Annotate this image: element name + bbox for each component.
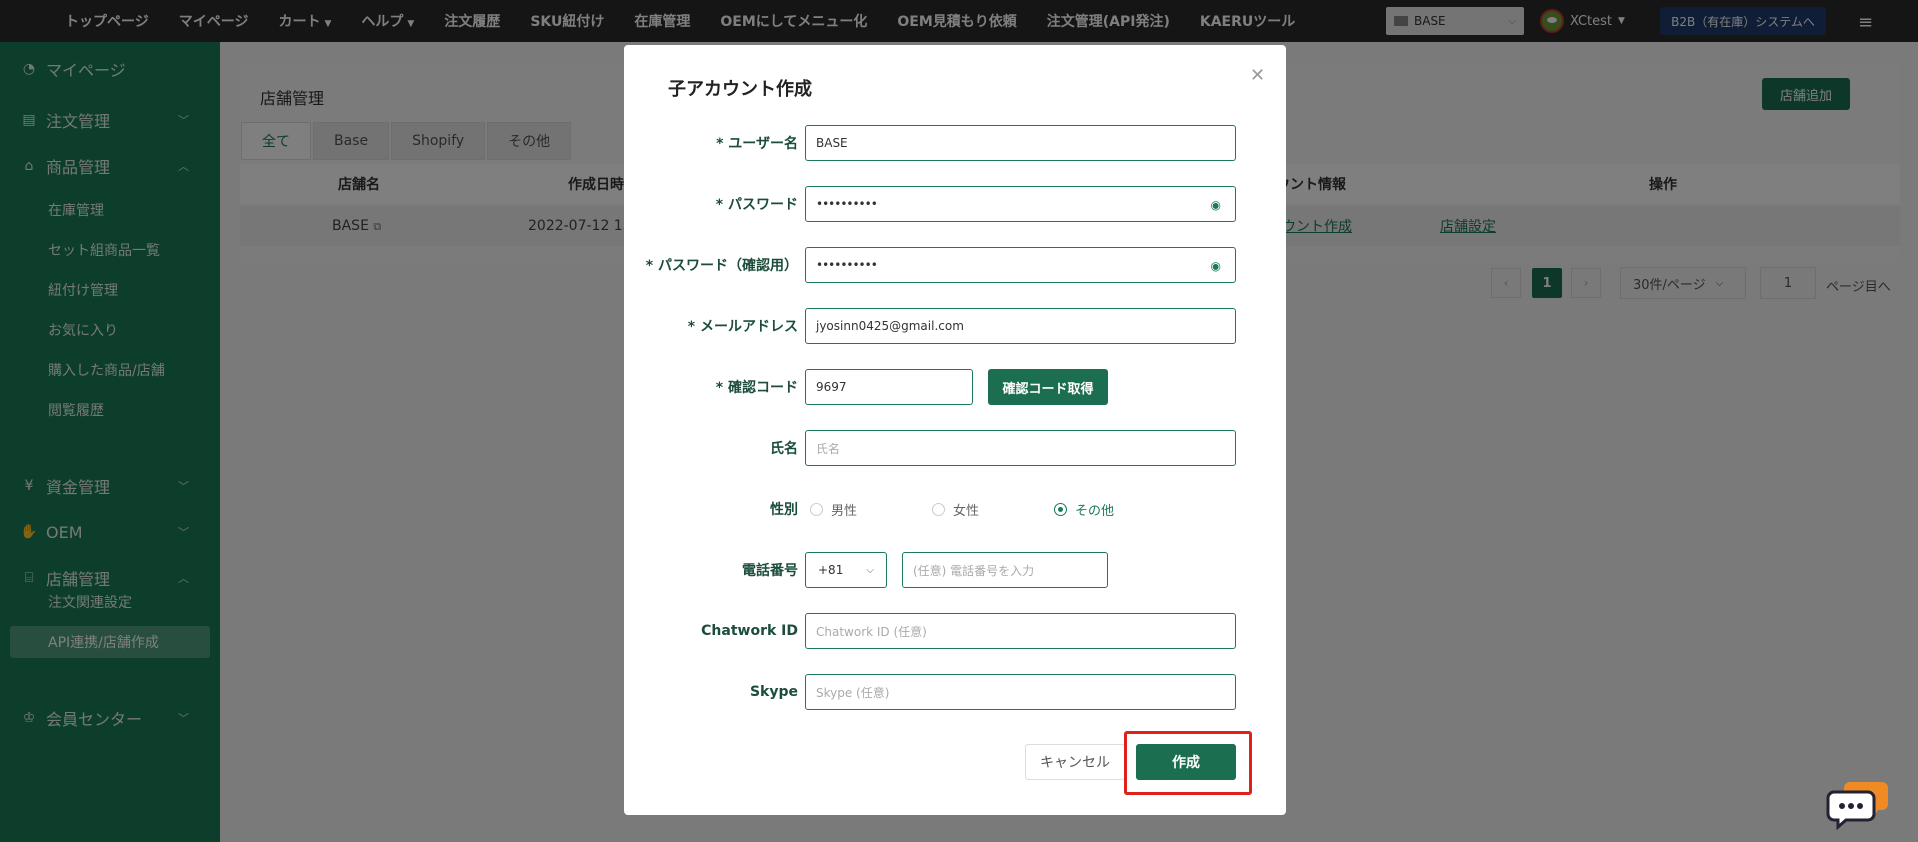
close-icon[interactable]: ✕: [1250, 65, 1265, 86]
gender-radio-male[interactable]: 男性: [810, 500, 857, 519]
cancel-button[interactable]: キャンセル: [1025, 744, 1125, 780]
code-row: * 確認コード 9697 確認コード取得: [624, 369, 1286, 405]
eye-icon[interactable]: ◉: [1211, 259, 1221, 273]
modal-title: 子アカウント作成: [668, 79, 812, 100]
skype-input[interactable]: Skype (任意): [805, 674, 1236, 710]
phone-input[interactable]: (任意) 電話番号を入力: [902, 552, 1108, 588]
create-sub-account-modal: 子アカウント作成 ✕ * ユーザー名 BASE * パスワード ••••••••…: [624, 45, 1286, 815]
username-label: * ユーザー名: [716, 136, 798, 152]
email-row: * メールアドレス jyosinn0425@gmail.com: [624, 308, 1286, 344]
password-value: ••••••••••: [816, 197, 878, 211]
username-row: * ユーザー名 BASE: [624, 125, 1286, 161]
gender-label: 性別: [770, 502, 798, 518]
password-confirm-value: ••••••••••: [816, 258, 878, 272]
country-code-select[interactable]: +81 ⌵: [805, 552, 887, 588]
eye-icon[interactable]: ◉: [1211, 198, 1221, 212]
radio-circle-icon: [810, 502, 823, 516]
skype-label: Skype: [749, 684, 798, 700]
chatwork-label: Chatwork ID: [701, 623, 798, 639]
radio-circle-icon: [932, 502, 945, 516]
password-confirm-row: * パスワード（確認用） •••••••••• ◉: [624, 247, 1286, 283]
name-input[interactable]: 氏名: [805, 430, 1236, 466]
gender-radio-female[interactable]: 女性: [932, 500, 979, 519]
chevron-down-icon: ⌵: [866, 564, 874, 576]
chatwork-row: Chatwork ID Chatwork ID (任意): [624, 613, 1286, 649]
name-row: 氏名 氏名: [624, 430, 1286, 466]
username-input[interactable]: BASE: [805, 125, 1236, 161]
name-label: 氏名: [770, 441, 798, 457]
password-row: * パスワード •••••••••• ◉: [624, 186, 1286, 222]
phone-row: 電話番号 +81 ⌵ (任意) 電話番号を入力: [624, 552, 1286, 588]
get-code-button[interactable]: 確認コード取得: [988, 369, 1108, 405]
gender-radio-other[interactable]: その他: [1054, 500, 1114, 519]
email-input[interactable]: jyosinn0425@gmail.com: [805, 308, 1236, 344]
radio-checked-icon: [1054, 502, 1067, 516]
password-confirm-input[interactable]: •••••••••• ◉: [805, 247, 1236, 283]
code-label: * 確認コード: [715, 380, 798, 396]
phone-label: 電話番号: [742, 563, 798, 579]
password-label: * パスワード: [715, 197, 798, 213]
chat-bubble-icon: [1826, 782, 1888, 831]
gender-row: 性別 男性 女性 その他: [624, 491, 1286, 527]
password-input[interactable]: •••••••••• ◉: [805, 186, 1236, 222]
password-confirm-label: * パスワード（確認用）: [645, 258, 798, 274]
email-label: * メールアドレス: [687, 319, 798, 335]
skype-row: Skype Skype (任意): [624, 674, 1286, 710]
create-button[interactable]: 作成: [1136, 744, 1236, 780]
chat-widget[interactable]: [1826, 778, 1890, 831]
code-input[interactable]: 9697: [805, 369, 973, 405]
chatwork-input[interactable]: Chatwork ID (任意): [805, 613, 1236, 649]
